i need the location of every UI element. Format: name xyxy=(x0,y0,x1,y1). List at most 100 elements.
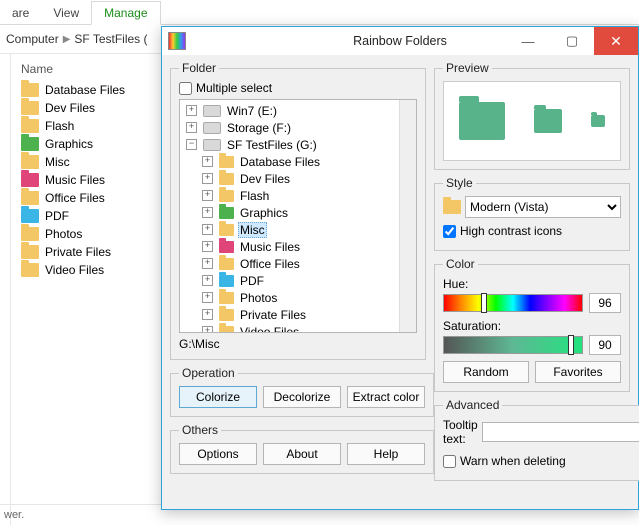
list-item[interactable]: Music Files xyxy=(21,172,171,188)
list-item[interactable]: Private Files xyxy=(21,244,171,260)
folder-icon xyxy=(21,119,39,133)
tree-node[interactable]: + Database Files xyxy=(180,153,416,170)
tree-toggler-icon[interactable]: − xyxy=(186,139,197,150)
tree-node[interactable]: +Music Files xyxy=(180,238,416,255)
hue-label: Hue: xyxy=(443,277,621,291)
list-item-label: Video Files xyxy=(45,263,104,277)
tree-toggler-icon[interactable]: + xyxy=(202,241,213,252)
tree-toggler-icon[interactable]: + xyxy=(202,224,213,235)
warn-checkbox[interactable] xyxy=(443,455,456,468)
tree-node-label: Flash xyxy=(238,189,271,203)
list-item[interactable]: PDF xyxy=(21,208,171,224)
folder-icon xyxy=(21,137,39,151)
preview-area xyxy=(443,81,621,161)
tree-node[interactable]: + Private Files xyxy=(180,306,416,323)
tree-node-label: Misc xyxy=(238,222,267,238)
chevron-right-icon: ▶ xyxy=(63,34,71,45)
list-item-label: Music Files xyxy=(45,173,105,187)
folder-icon xyxy=(219,190,234,202)
tree-node[interactable]: + Flash xyxy=(180,187,416,204)
list-item[interactable]: Video Files xyxy=(21,262,171,278)
ribbon-tab[interactable]: View xyxy=(41,2,91,24)
favorites-button[interactable]: Favorites xyxy=(535,361,621,383)
minimize-button[interactable]: — xyxy=(506,27,550,55)
folder-tree[interactable]: + Win7 (E:)+Storage (F:)−SF TestFiles (G:… xyxy=(179,99,417,333)
tree-toggler-icon[interactable]: + xyxy=(202,309,213,320)
tree-node[interactable]: +Graphics xyxy=(180,204,416,221)
ribbon-tab[interactable]: Manage xyxy=(91,1,160,25)
list-item-label: Flash xyxy=(45,119,74,133)
tree-toggler-icon[interactable]: + xyxy=(202,292,213,303)
close-button[interactable]: ✕ xyxy=(594,27,638,55)
tree-node[interactable]: +Office Files xyxy=(180,255,416,272)
tree-node[interactable]: + Misc xyxy=(180,221,416,238)
tree-node[interactable]: +PDF xyxy=(180,272,416,289)
hue-value[interactable]: 96 xyxy=(589,293,621,313)
tree-toggler-icon[interactable]: + xyxy=(202,275,213,286)
file-list[interactable]: Name Database Files Dev Files Flash Graphic… xyxy=(11,54,181,525)
folder-legend: Folder xyxy=(179,61,219,75)
tooltip-label: Tooltip text: xyxy=(443,418,478,446)
high-contrast-checkbox[interactable] xyxy=(443,225,456,238)
ribbon-tab[interactable]: are xyxy=(0,2,41,24)
advanced-group: Advanced Tooltip text: Warn when deletin… xyxy=(434,398,639,481)
tree-node-label: Database Files xyxy=(238,155,322,169)
others-legend: Others xyxy=(179,423,221,437)
list-item-label: Dev Files xyxy=(45,101,95,115)
list-item[interactable]: Dev Files xyxy=(21,100,171,116)
list-item[interactable]: Graphics xyxy=(21,136,171,152)
help-button[interactable]: Help xyxy=(347,443,425,465)
decolorize-button[interactable]: Decolorize xyxy=(263,386,341,408)
high-contrast-label: High contrast icons xyxy=(460,224,562,238)
column-header-name[interactable]: Name xyxy=(21,62,171,76)
folder-icon xyxy=(21,227,39,241)
tree-node[interactable]: +Video Files xyxy=(180,323,416,333)
tree-node-label: Private Files xyxy=(238,308,308,322)
tree-node[interactable]: + Win7 (E:) xyxy=(180,102,416,119)
saturation-value[interactable]: 90 xyxy=(589,335,621,355)
preview-icon-small xyxy=(591,115,605,127)
about-button[interactable]: About xyxy=(263,443,341,465)
tree-toggler-icon[interactable]: + xyxy=(186,122,197,133)
tree-toggler-icon[interactable]: + xyxy=(202,173,213,184)
tree-toggler-icon[interactable]: + xyxy=(186,105,197,116)
hue-slider[interactable] xyxy=(443,294,583,312)
list-item[interactable]: Photos xyxy=(21,226,171,242)
rainbow-folders-dialog: Rainbow Folders — ▢ ✕ Folder Multiple se… xyxy=(161,26,639,510)
tree-node-label: Win7 (E:) xyxy=(225,104,279,118)
list-item[interactable]: Office Files xyxy=(21,190,171,206)
tree-toggler-icon[interactable]: + xyxy=(202,190,213,201)
extract-color-button[interactable]: Extract color xyxy=(347,386,425,408)
tree-toggler-icon[interactable]: + xyxy=(202,156,213,167)
color-legend: Color xyxy=(443,257,478,271)
tree-toggler-icon[interactable]: + xyxy=(202,326,213,333)
list-item[interactable]: Flash xyxy=(21,118,171,134)
folder-icon xyxy=(219,309,234,321)
tree-toggler-icon[interactable]: + xyxy=(202,207,213,218)
random-button[interactable]: Random xyxy=(443,361,529,383)
list-item-label: Photos xyxy=(45,227,82,241)
breadcrumb[interactable]: Computer xyxy=(6,32,59,46)
style-select[interactable]: Modern (Vista) xyxy=(465,196,621,218)
titlebar[interactable]: Rainbow Folders — ▢ ✕ xyxy=(162,27,638,55)
folder-icon xyxy=(219,173,234,185)
options-button[interactable]: Options xyxy=(179,443,257,465)
list-item[interactable]: Database Files xyxy=(21,82,171,98)
tree-node[interactable]: +Dev Files xyxy=(180,170,416,187)
drive-icon xyxy=(203,122,221,134)
list-item-label: Database Files xyxy=(45,83,125,97)
preview-group: Preview xyxy=(434,61,630,170)
tree-node[interactable]: +Photos xyxy=(180,289,416,306)
list-item[interactable]: Misc xyxy=(21,154,171,170)
selected-path: G:\Misc xyxy=(179,337,417,351)
operation-group: Operation Colorize Decolorize Extract co… xyxy=(170,366,434,417)
tree-node[interactable]: +Storage (F:) xyxy=(180,119,416,136)
multiple-select-checkbox[interactable] xyxy=(179,82,192,95)
breadcrumb[interactable]: SF TestFiles ( xyxy=(74,32,147,46)
maximize-button[interactable]: ▢ xyxy=(550,27,594,55)
colorize-button[interactable]: Colorize xyxy=(179,386,257,408)
saturation-slider[interactable] xyxy=(443,336,583,354)
tree-toggler-icon[interactable]: + xyxy=(202,258,213,269)
tree-node[interactable]: −SF TestFiles (G:) xyxy=(180,136,416,153)
tooltip-input[interactable] xyxy=(482,422,639,442)
